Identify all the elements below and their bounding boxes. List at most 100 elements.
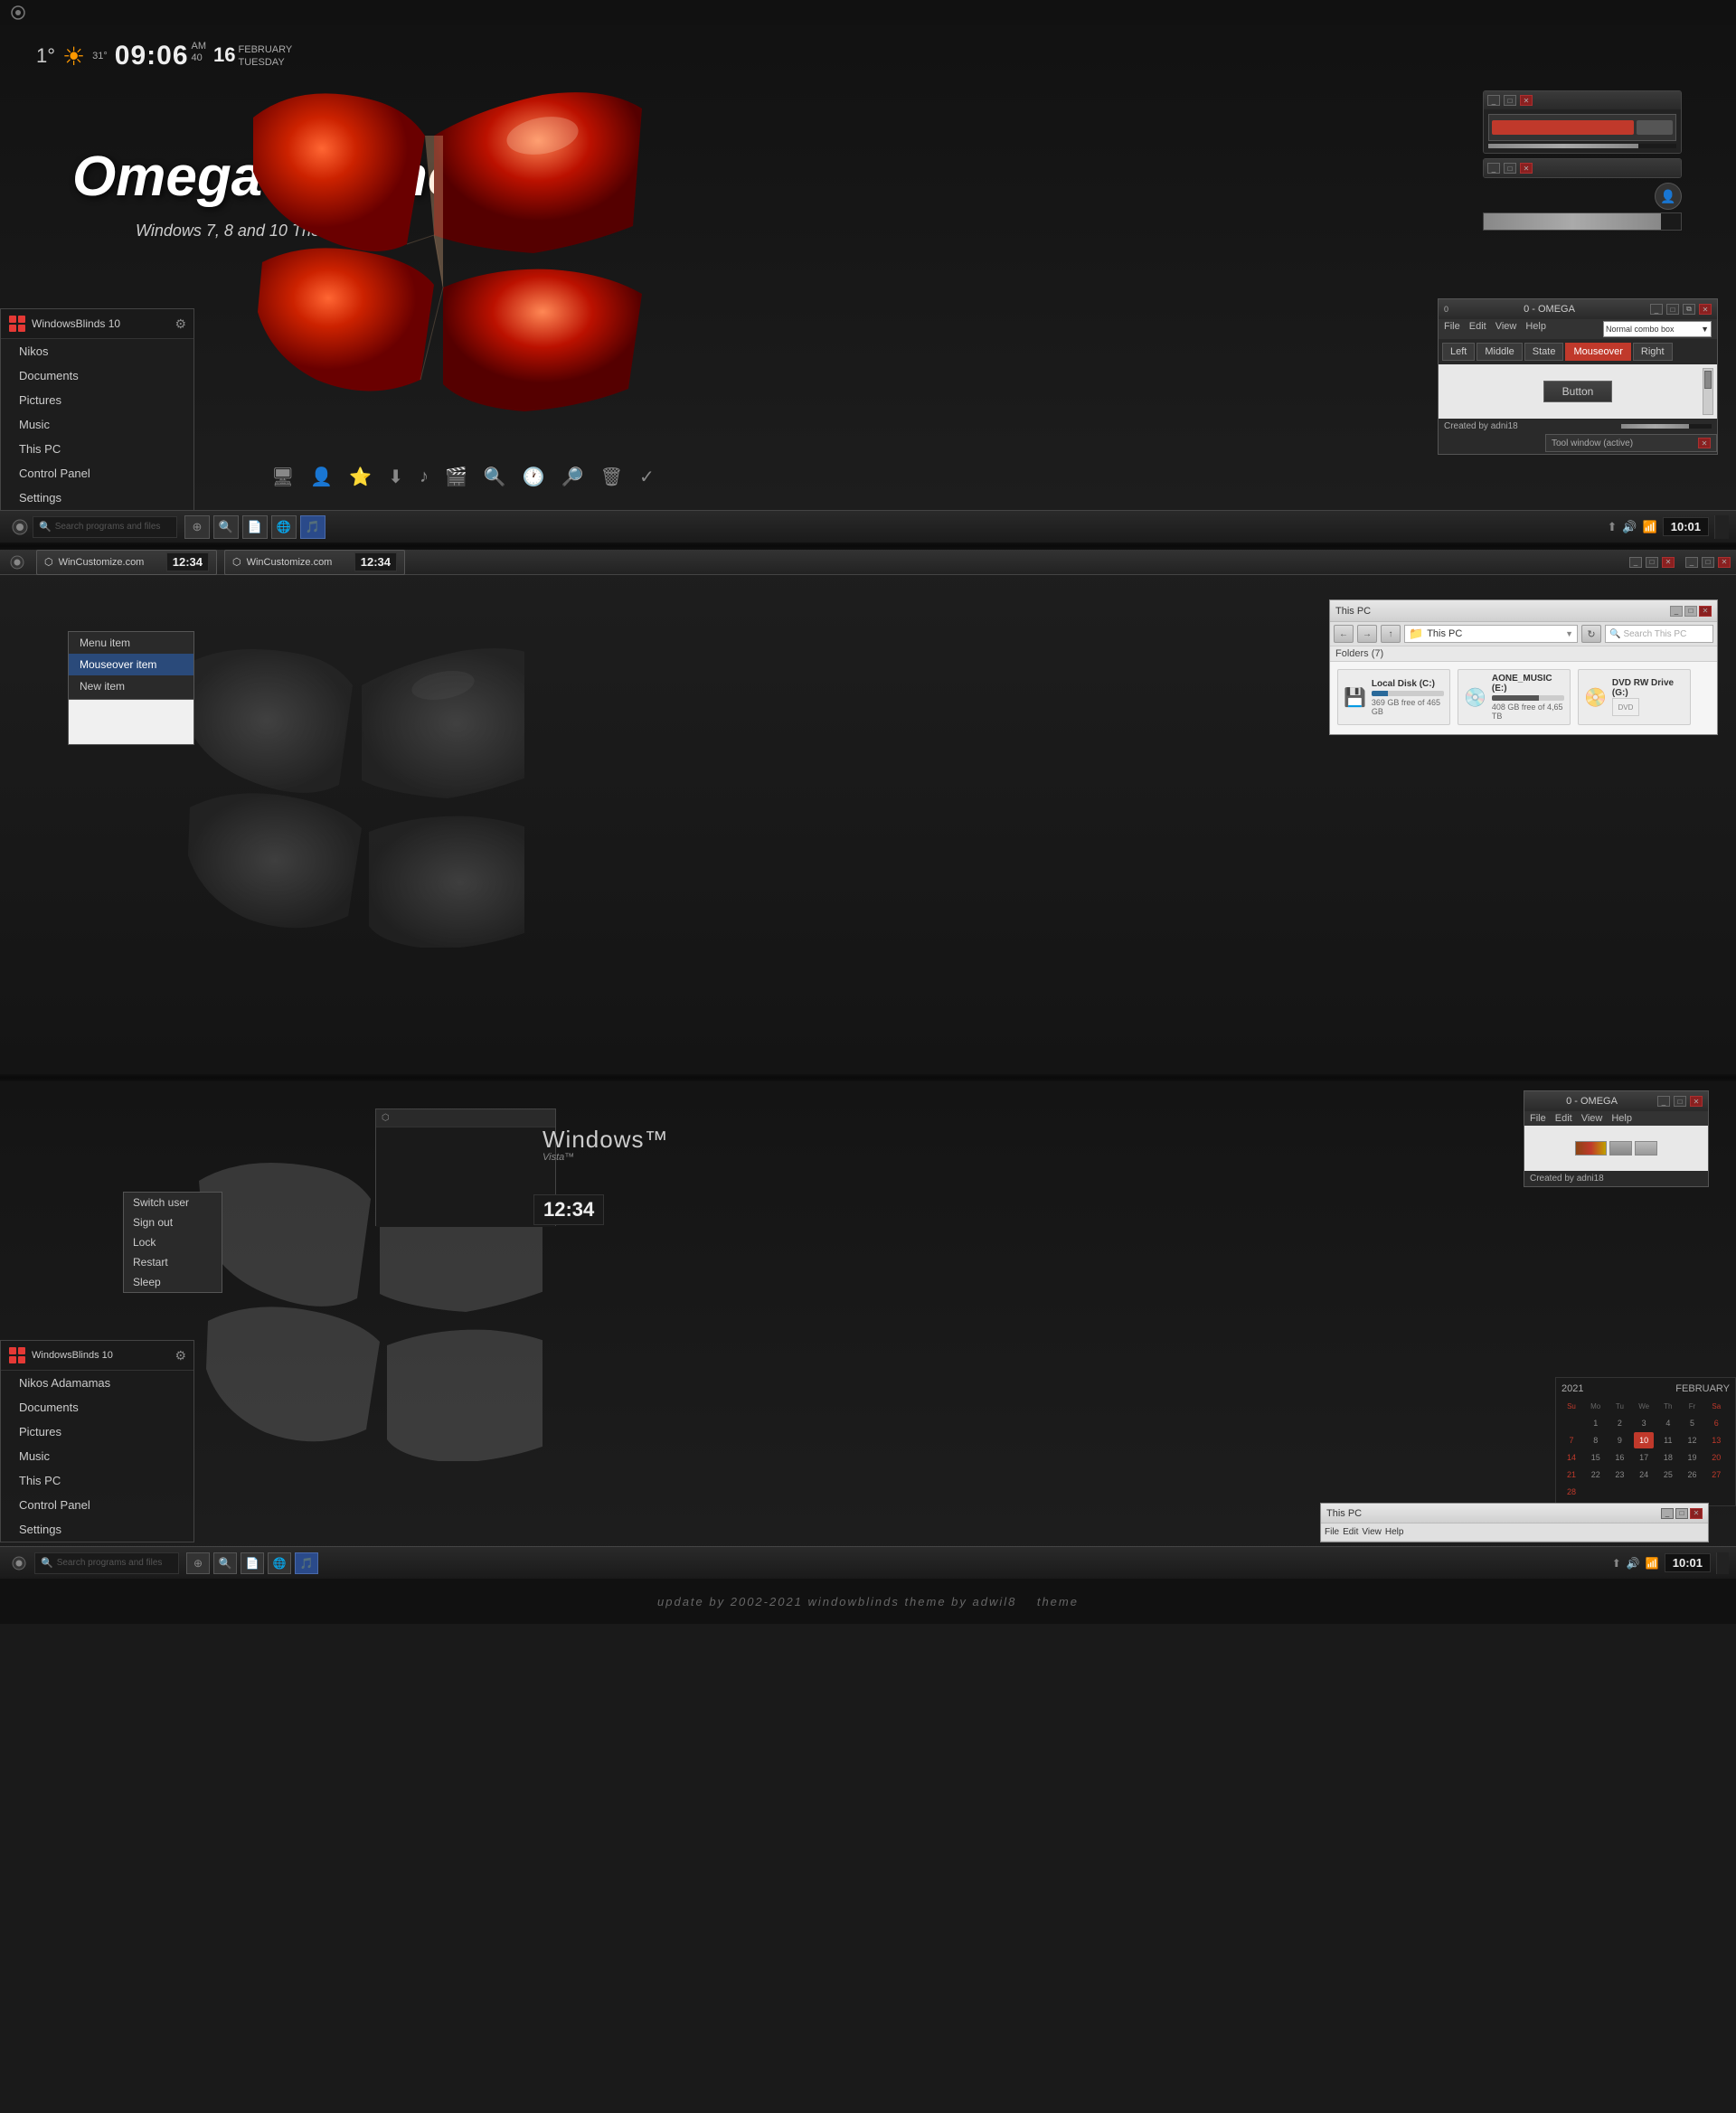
omega-bot-min[interactable]: _ [1657,1096,1670,1107]
bot-taskbar-item-active[interactable]: 🎵 [295,1552,318,1574]
menu-item-documents[interactable]: Documents [1,363,193,388]
mid-win-btn-1[interactable]: _ [1629,557,1642,568]
bot-menu-item-pictures[interactable]: Pictures [1,1420,193,1444]
day-24[interactable]: 24 [1634,1467,1654,1483]
disk-c[interactable]: 💾 Local Disk (C:) 369 GB free of 465 GB [1337,669,1450,725]
day-28[interactable]: 28 [1561,1484,1581,1500]
taskbar-item-4[interactable]: 🌐 [271,515,297,539]
bot-menu-item-documents[interactable]: Documents [1,1395,193,1420]
disk-e[interactable]: 💿 AONE_MUSIC (E:) 408 GB free of 4,65 TB [1458,669,1571,725]
icon-trash[interactable]: 🗑 [600,466,623,488]
mid-taskbar-item-1[interactable]: ⬡ WinCustomize.com 12:34 [36,550,217,575]
refresh-btn[interactable]: ↻ [1581,625,1601,643]
taskbar-item-1[interactable]: ⊕ [184,515,210,539]
menu-item-settings[interactable]: Settings [1,486,193,510]
day-16[interactable]: 16 [1609,1449,1629,1466]
taskbar-search-box[interactable]: 🔍 Search programs and files [33,516,177,538]
popup-sleep[interactable]: Sleep [124,1272,222,1292]
menu-item-controlpanel[interactable]: Control Panel [1,461,193,486]
nav-forward-btn[interactable]: → [1357,625,1377,643]
popup-sign-out[interactable]: Sign out [124,1212,222,1232]
bot-menu-item-music[interactable]: Music [1,1444,193,1468]
day-9[interactable]: 9 [1609,1432,1629,1448]
day-3[interactable]: 3 [1634,1415,1654,1431]
icon-search2[interactable]: 🔎 [561,466,584,488]
menu-item-pictures[interactable]: Pictures [1,388,193,412]
bot-exp-max[interactable]: □ [1675,1508,1688,1519]
day-17[interactable]: 17 [1634,1449,1654,1466]
icon-user[interactable]: 👤 [310,466,333,488]
address-dropdown[interactable]: ▼ [1565,629,1573,638]
day-13[interactable]: 13 [1706,1432,1726,1448]
day-4[interactable]: 4 [1658,1415,1678,1431]
context-menu-item-1[interactable]: Menu item [69,632,193,654]
day-7[interactable]: 7 [1561,1432,1581,1448]
day-20[interactable]: 20 [1706,1449,1726,1466]
day-1[interactable]: 1 [1586,1415,1606,1431]
explorer-close-btn[interactable]: ✕ [1699,606,1712,617]
icon-star[interactable]: ⭐ [349,466,372,488]
mid-win-btn-3[interactable]: ✕ [1662,557,1675,568]
tab-mouseover[interactable]: Mouseover [1565,343,1630,361]
day-10[interactable]: 10 [1634,1432,1654,1448]
icon-download[interactable]: ⬇ [388,466,403,488]
scroll-thumb[interactable] [1704,371,1712,389]
icon-monitor[interactable]: 🖥 [271,466,294,488]
popup-restart[interactable]: Restart [124,1252,222,1272]
day-21[interactable]: 21 [1561,1467,1581,1483]
bot-taskbar-item-2[interactable]: 🔍 [213,1552,237,1574]
day-22[interactable]: 22 [1586,1467,1606,1483]
explorer-min-btn[interactable]: _ [1670,606,1683,617]
day-12[interactable]: 12 [1683,1432,1703,1448]
bot-exp-edit[interactable]: Edit [1343,1527,1358,1537]
minimize-btn-1[interactable]: _ [1487,95,1500,106]
bot-taskbar-item-1[interactable]: ⊕ [186,1552,210,1574]
icon-film[interactable]: 🎬 [445,466,467,488]
disk-g[interactable]: 📀 DVD RW Drive (G:) DVD [1578,669,1691,725]
tool-close-btn[interactable]: ✕ [1698,438,1711,448]
icon-clock[interactable]: 🕐 [523,466,545,488]
omega-bot-close[interactable]: ✕ [1690,1096,1703,1107]
bot-menu-file[interactable]: File [1530,1113,1546,1124]
bot-exp-view[interactable]: View [1362,1527,1382,1537]
omega-bot-max[interactable]: □ [1674,1096,1686,1107]
menu-view[interactable]: View [1495,321,1517,337]
icon-music[interactable]: ♪ [420,467,429,487]
bot-menu-item-controlpanel[interactable]: Control Panel [1,1493,193,1517]
bot-exp-help[interactable]: Help [1385,1527,1404,1537]
omega-close-btn[interactable]: ✕ [1699,304,1712,315]
scrollbar[interactable] [1703,368,1713,415]
address-bar[interactable]: 📁 This PC ▼ [1404,625,1578,643]
day-6[interactable]: 6 [1706,1415,1726,1431]
day-8[interactable]: 8 [1586,1432,1606,1448]
icon-check[interactable]: ✓ [639,466,655,488]
menu-item-nikos[interactable]: Nikos [1,339,193,363]
bot-taskbar-item-3[interactable]: 📄 [241,1552,264,1574]
menu-edit[interactable]: Edit [1469,321,1486,337]
explorer-search[interactable]: 🔍 Search This PC [1605,625,1713,643]
day-25[interactable]: 25 [1658,1467,1678,1483]
taskbar-item-active[interactable]: 🎵 [300,515,326,539]
menu-help[interactable]: Help [1525,321,1546,337]
start-menu-settings-icon[interactable]: ⚙ [175,316,186,332]
popup-switch-user[interactable]: Switch user [124,1193,222,1212]
taskbar-item-3[interactable]: 📄 [242,515,268,539]
bot-exp-close[interactable]: ✕ [1690,1508,1703,1519]
bot-search-box[interactable]: 🔍 Search programs and files [34,1552,179,1574]
bot-menu-item-settings[interactable]: Settings [1,1517,193,1542]
close-btn-1[interactable]: ✕ [1520,95,1533,106]
day-5[interactable]: 5 [1683,1415,1703,1431]
start-button[interactable] [7,515,33,539]
bot-menu-help[interactable]: Help [1611,1113,1632,1124]
nav-back-btn[interactable]: ← [1334,625,1354,643]
day-18[interactable]: 18 [1658,1449,1678,1466]
bot-taskbar-item-4[interactable]: 🌐 [268,1552,291,1574]
mid-taskbar-item-2[interactable]: ⬡ WinCustomize.com 12:34 [224,550,405,575]
bot-start-button[interactable] [7,1552,31,1574]
mid-win-btn-2[interactable]: □ [1646,557,1658,568]
bot-menu-item-user[interactable]: Nikos Adamamas [1,1371,193,1395]
menu-item-music[interactable]: Music [1,412,193,437]
day-27[interactable]: 27 [1706,1467,1726,1483]
mid-win-btn-5[interactable]: □ [1702,557,1714,568]
omega-min-btn[interactable]: _ [1650,304,1663,315]
